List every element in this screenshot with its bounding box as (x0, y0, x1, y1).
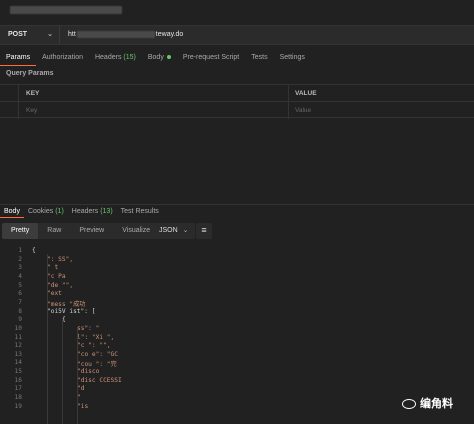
tab-headers[interactable]: Headers (15) (89, 50, 142, 66)
tab-label: Settings (279, 54, 305, 61)
line-number: 3 (18, 264, 22, 272)
code-line: "co e": "GC (77, 350, 118, 358)
url-suffix: teway.do (155, 31, 184, 38)
code-line: { (32, 247, 36, 254)
code-line: ss": " (77, 324, 100, 332)
tab-label: Body (147, 54, 164, 61)
url-input[interactable]: htt teway.do (68, 26, 183, 44)
tab-label: Body (4, 208, 20, 215)
column-key: KEY (26, 90, 40, 97)
wrap-lines-icon: ≡ (201, 225, 207, 235)
line-number: 7 (18, 298, 22, 306)
redacted-url (76, 30, 155, 38)
format-select[interactable]: JSON ⌄ (153, 223, 195, 239)
key-input[interactable]: Key (26, 102, 37, 119)
view-pretty-button[interactable]: Pretty (2, 223, 39, 239)
tab-label: Pre-request Script (182, 54, 240, 61)
code-line: "disco (77, 368, 100, 376)
tab-label: Test Results (120, 208, 159, 215)
tab-body[interactable]: Body (142, 50, 177, 66)
status-dot-icon (166, 55, 171, 60)
response-toolbar: Pretty Raw Preview Visualize JSON ⌄ ≡ (0, 222, 474, 240)
tab-tests[interactable]: Tests (245, 50, 273, 66)
line-number: 5 (18, 281, 22, 289)
code-line: "c Pa (47, 272, 66, 280)
line-number: 4 (18, 272, 22, 280)
tab-count: (1) (55, 208, 64, 215)
tab-label: Cookies (27, 208, 54, 215)
tab-pre-request-script[interactable]: Pre-request Script (177, 50, 245, 66)
url-prefix: htt (68, 31, 76, 38)
method-select[interactable]: POST ⌄ (0, 26, 60, 44)
request-tabs: Params Authorization Headers (15) Body P… (0, 50, 474, 66)
code-line: "d (77, 385, 85, 393)
code-line: "c ": "", (77, 342, 111, 350)
tab-cookies[interactable]: Cookies (1) (24, 205, 68, 218)
code-line: l": "Xi ", (77, 333, 115, 341)
line-number: 10 (14, 324, 22, 332)
code-line: " t (47, 264, 59, 272)
code-line: "cou ": "完 (77, 361, 117, 369)
query-params-table: KEY VALUE Key Value (0, 84, 474, 119)
tab-count: (15) (123, 54, 136, 61)
response-tabs: Body Cookies (1) Headers (13) Test Resul… (0, 204, 474, 218)
tab-label: Authorization (42, 54, 83, 61)
watermark-text: 编角料 (420, 398, 453, 410)
redacted-title (10, 6, 122, 14)
method-label: POST (8, 31, 28, 38)
line-number: 13 (14, 350, 22, 358)
window-title-bar (0, 0, 474, 22)
tab-response-headers[interactable]: Headers (13) (68, 205, 117, 218)
chevron-down-icon: ⌄ (182, 227, 189, 234)
watermark: 编角料 (402, 395, 453, 411)
query-params-title: Query Params (6, 70, 54, 77)
code-line: "is (77, 402, 89, 410)
tab-test-results[interactable]: Test Results (117, 205, 163, 218)
line-number: 1 (18, 247, 22, 254)
tab-label: Params (6, 54, 31, 61)
indent-guide (62, 320, 63, 424)
watermark-logo-icon (402, 399, 416, 410)
table-row: Key Value (0, 102, 474, 119)
line-number: 18 (14, 394, 22, 402)
code-line: "mess "成功 (47, 300, 86, 308)
line-number: 17 (14, 385, 22, 393)
format-label: JSON (159, 227, 178, 234)
line-number: 15 (14, 368, 22, 376)
chevron-down-icon: ⌄ (47, 31, 53, 38)
tab-label: Headers (94, 54, 122, 61)
tab-count: (13) (100, 208, 113, 215)
line-number: 8 (18, 307, 22, 315)
line-number: 12 (14, 342, 22, 350)
code-line: "disc CCESSI (77, 376, 122, 384)
tab-response-body[interactable]: Body (0, 205, 24, 218)
column-value: VALUE (295, 90, 317, 97)
view-preview-button[interactable]: Preview (70, 223, 113, 239)
tab-label: Headers (71, 208, 99, 215)
view-raw-button[interactable]: Raw (38, 223, 70, 239)
line-number: 2 (18, 255, 22, 263)
line-number: 9 (18, 316, 22, 324)
code-line: ": SS", (47, 255, 74, 263)
tab-params[interactable]: Params (0, 50, 37, 66)
code-line: "de "", (47, 281, 74, 289)
line-number: 16 (14, 376, 22, 384)
tab-label: Tests (251, 54, 268, 61)
request-bar: POST ⌄ htt teway.do (0, 25, 474, 45)
code-line: "ext (47, 290, 62, 298)
code-line: "oi5V ist": [ (47, 307, 96, 315)
value-input[interactable]: Value (295, 102, 311, 119)
view-mode-group: Pretty Raw Preview Visualize (2, 223, 160, 239)
line-number: 6 (18, 290, 22, 298)
tab-authorization[interactable]: Authorization (36, 50, 89, 66)
indent-guide (47, 254, 48, 424)
table-header: KEY VALUE (0, 85, 474, 102)
line-number: 11 (14, 333, 22, 341)
wrap-lines-button[interactable]: ≡ (196, 223, 212, 239)
line-number: 14 (14, 359, 22, 367)
tab-settings[interactable]: Settings (274, 50, 311, 66)
line-number: 19 (14, 402, 22, 410)
indent-guide (77, 328, 78, 424)
